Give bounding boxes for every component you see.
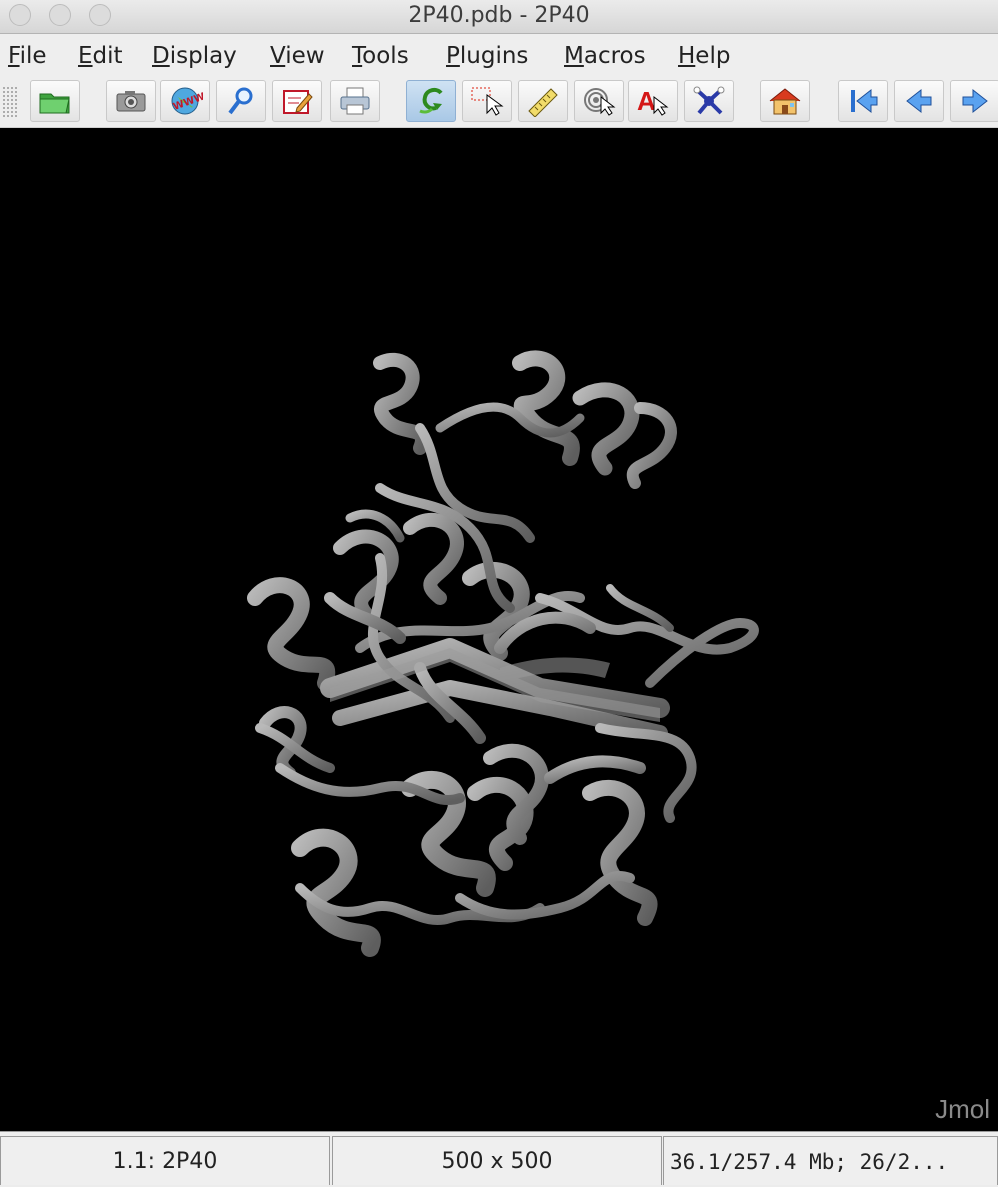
printer-icon <box>340 87 370 115</box>
first-frame-icon <box>851 88 878 114</box>
label-pointer-icon: A <box>637 86 669 116</box>
toolbar-grip-handle[interactable] <box>2 86 18 118</box>
next-frame-button[interactable] <box>950 80 998 122</box>
svg-text:A: A <box>637 86 656 116</box>
previous-frame-button[interactable] <box>894 80 944 122</box>
protein-ribbon-model <box>247 350 759 957</box>
menu-edit[interactable]: Edit <box>78 43 123 69</box>
first-frame-button[interactable] <box>838 80 888 122</box>
menu-view[interactable]: View <box>270 43 325 69</box>
edit-script-icon <box>283 90 313 114</box>
menu-display[interactable]: Display <box>152 43 237 69</box>
menu-tools[interactable]: Tools <box>352 43 409 69</box>
status-model: 1.1: 2P40 <box>0 1136 330 1185</box>
script-editor-button[interactable] <box>272 80 322 122</box>
molecule-icon <box>693 86 725 115</box>
select-pointer-icon <box>471 87 504 116</box>
jmol-watermark: Jmol <box>935 1094 990 1124</box>
status-bar: 1.1: 2P40 500 x 500 36.1/257.4 Mb; 26/2.… <box>0 1131 998 1185</box>
pick-center-icon <box>584 88 616 116</box>
ruler-icon <box>528 88 558 117</box>
www-globe-icon: WWW <box>171 87 203 115</box>
pick-center-button[interactable] <box>574 80 624 122</box>
home-icon <box>769 88 801 115</box>
menu-help[interactable]: Help <box>678 43 730 69</box>
toolbar: WWW A <box>0 78 998 128</box>
select-mode-button[interactable] <box>462 80 512 122</box>
rotate-mode-button[interactable] <box>406 80 456 122</box>
label-mode-button[interactable]: A <box>628 80 678 122</box>
camera-icon <box>116 91 146 112</box>
menu-macros[interactable]: Macros <box>564 43 646 69</box>
menu-bar: File Edit Display View Tools Plugins Mac… <box>0 34 998 78</box>
zoom-button[interactable] <box>216 80 266 122</box>
export-image-button[interactable] <box>106 80 156 122</box>
rotate-icon <box>419 87 443 114</box>
molecule-viewer-canvas[interactable]: Jmol <box>0 128 998 1131</box>
menu-plugins[interactable]: Plugins <box>446 43 528 69</box>
web-export-button[interactable]: WWW <box>160 80 210 122</box>
next-frame-icon <box>962 88 988 114</box>
home-button[interactable] <box>760 80 810 122</box>
window-title: 2P40.pdb - 2P40 <box>408 3 590 28</box>
status-memory: 36.1/257.4 Mb; 26/2... <box>663 1136 998 1185</box>
print-button[interactable] <box>330 80 380 122</box>
status-size: 500 x 500 <box>332 1136 662 1185</box>
measure-button[interactable] <box>518 80 568 122</box>
magnifier-icon <box>228 87 253 115</box>
previous-frame-icon <box>906 88 932 114</box>
open-file-button[interactable] <box>30 80 80 122</box>
title-bar: 2P40.pdb - 2P40 <box>0 0 998 34</box>
menu-file[interactable]: File <box>8 43 47 69</box>
model-kit-button[interactable] <box>684 80 734 122</box>
open-folder-icon <box>39 93 70 114</box>
